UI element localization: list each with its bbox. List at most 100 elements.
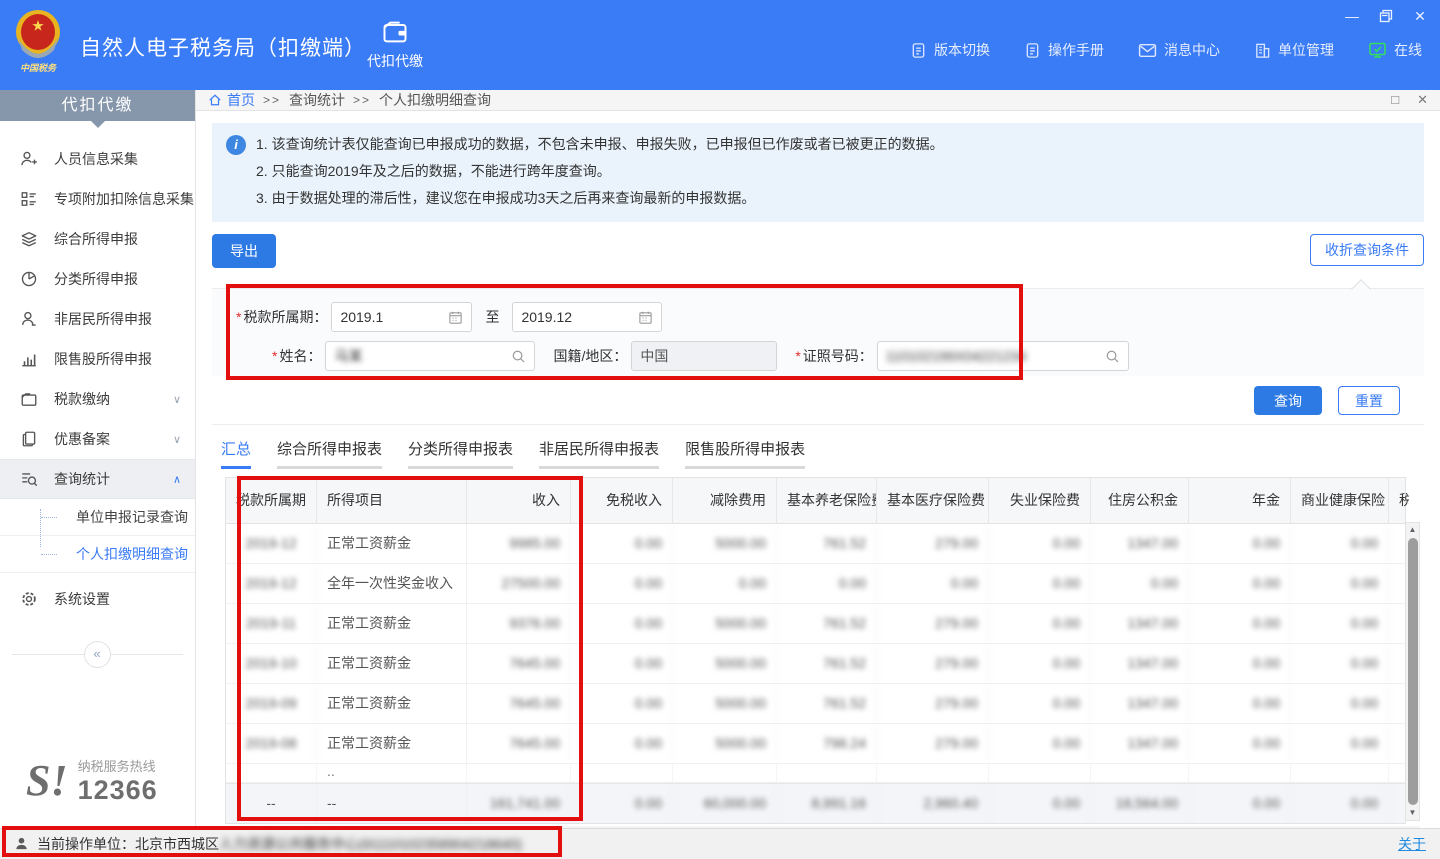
menu-online-status[interactable]: 在线 — [1368, 40, 1422, 60]
breadcrumb-level2[interactable]: 查询统计 — [289, 90, 345, 110]
id-number-input[interactable]: 110102199X04221234 — [877, 341, 1129, 371]
tab-summary[interactable]: 汇总 — [221, 438, 251, 469]
window-minimize-button[interactable]: — — [1342, 6, 1362, 26]
panel-maximize-button[interactable]: □ — [1391, 92, 1399, 108]
menu-manual[interactable]: 操作手册 — [1024, 40, 1104, 60]
sidebar-subitem-personal-withholding-query[interactable]: 个人扣缴明细查询 — [0, 536, 195, 573]
collapse-query-button[interactable]: 收折查询条件 — [1310, 234, 1424, 266]
tab-daikou-daijiao[interactable]: 代扣代缴 — [355, 18, 435, 71]
table-cell: 279.00 — [877, 524, 989, 563]
table-cell: 60,000.00 — [673, 784, 777, 823]
name-input[interactable]: 马某 — [325, 341, 535, 371]
sidebar-item-nonresident-income[interactable]: 非居民所得申报 — [0, 299, 195, 339]
wallet-icon — [380, 18, 410, 46]
period-to-input[interactable]: 2019.12 — [512, 302, 662, 332]
vertical-scrollbar[interactable]: ▲ ▼ — [1406, 522, 1420, 821]
table-cell: 9376.00 — [467, 604, 571, 643]
table-cell: -- — [226, 784, 317, 823]
sidebar-item-classified-income[interactable]: 分类所得申报 — [0, 259, 195, 299]
menu-unit-management[interactable]: 单位管理 — [1254, 40, 1334, 60]
about-link[interactable]: 关于 — [1398, 834, 1426, 854]
table-cell: 27500.00 — [467, 564, 571, 603]
calendar-icon[interactable] — [448, 310, 464, 326]
table-cell: 0.00 — [1291, 524, 1389, 563]
sidebar-item-special-deduction[interactable]: 专项附加扣除信息采集 — [0, 179, 195, 219]
table-cell: 2019-10 — [226, 644, 317, 683]
sidebar-subitem-unit-declaration-query[interactable]: 单位申报记录查询 — [0, 499, 195, 536]
table-cell: 0.00 — [1189, 784, 1291, 823]
period-from-input[interactable]: 2019.1 — [331, 302, 472, 332]
search-icon[interactable] — [1105, 349, 1121, 365]
query-button[interactable]: 查询 — [1254, 386, 1322, 415]
table-row[interactable]: 2019-11正常工资薪金9376.000.005000.00761.52279… — [226, 604, 1405, 644]
sidebar-item-restricted-stock[interactable]: 限售股所得申报 — [0, 339, 195, 379]
table-cell — [1091, 764, 1189, 782]
sidebar-item-personnel-info[interactable]: 人员信息采集 — [0, 139, 195, 179]
table-cell: 0.00 — [571, 524, 673, 563]
calendar-icon[interactable] — [638, 310, 654, 326]
notice-line: 3. 由于数据处理的滞后性，建议您在申报成功3天之后再来查询最新的申报数据。 — [256, 185, 944, 212]
sidebar-item-label: 分类所得申报 — [54, 269, 181, 289]
building-icon — [1254, 42, 1271, 59]
reset-button[interactable]: 重置 — [1338, 386, 1400, 415]
table-cell — [226, 764, 317, 782]
table-row[interactable]: 2019-10正常工资薪金7645.000.005000.00761.52279… — [226, 644, 1405, 684]
tab-nonresident-income[interactable]: 非居民所得申报表 — [539, 438, 659, 469]
scroll-up-icon[interactable]: ▲ — [1409, 523, 1417, 537]
tab-restricted-stock[interactable]: 限售股所得申报表 — [685, 438, 805, 469]
tab-classified-income[interactable]: 分类所得申报表 — [408, 438, 513, 469]
table-cell: 5000.00 — [673, 524, 777, 563]
menu-version-switch-label: 版本切换 — [934, 40, 990, 60]
vertical-scrollbar-thumb[interactable] — [1408, 538, 1418, 805]
table-cell: 0.00 — [989, 564, 1091, 603]
header-cell: 商业健康保险 — [1291, 478, 1389, 523]
window-restore-button[interactable] — [1376, 6, 1396, 26]
table-cell: 0.00 — [989, 784, 1091, 823]
sidebar-item-comprehensive-income[interactable]: 综合所得申报 — [0, 219, 195, 259]
table-cell: 761.52 — [777, 684, 877, 723]
divider — [212, 424, 1424, 425]
table-row[interactable]: .. — [226, 764, 1405, 783]
header-cell: 所得项目 — [317, 478, 467, 523]
header-menu: 版本切换 操作手册 消息中心 单位管理 — [910, 40, 1422, 60]
table-cell — [1189, 764, 1291, 782]
table-cell: 279.00 — [877, 684, 989, 723]
chevron-down-icon: ∨ — [173, 393, 181, 406]
table-row[interactable]: 2019-12全年一次性奖金收入27500.000.000.000.000.00… — [226, 564, 1405, 604]
header-cell: 税款所属期 — [226, 478, 317, 523]
menu-message-center[interactable]: 消息中心 — [1138, 40, 1220, 60]
sidebar-item-preferential-filing[interactable]: 优惠备案 ∨ — [0, 419, 195, 459]
search-icon[interactable] — [511, 349, 527, 365]
id-number-label: 证照号码： — [803, 348, 873, 364]
table-cell: 0.00 — [989, 724, 1091, 763]
query-statistics-submenu: 单位申报记录查询 个人扣缴明细查询 — [0, 499, 195, 573]
tab-comprehensive-income[interactable]: 综合所得申报表 — [277, 438, 382, 469]
table-row[interactable]: 2019-09正常工资薪金7645.000.005000.00761.52279… — [226, 684, 1405, 724]
table-cell: 18,564.00 — [1091, 784, 1189, 823]
breadcrumb-home[interactable]: 首页 — [208, 90, 255, 110]
table-cell: 5000.00 — [673, 684, 777, 723]
required-asterisk: * — [236, 309, 241, 325]
export-button[interactable]: 导出 — [212, 234, 276, 268]
chevron-down-icon: ∨ — [173, 433, 181, 446]
table-row[interactable]: 2019-12正常工资薪金9985.000.005000.00761.52279… — [226, 524, 1405, 564]
panel-close-button[interactable]: ✕ — [1417, 92, 1428, 108]
table-cell: 1347.00 — [1091, 724, 1189, 763]
table-row[interactable]: ----161,741.000.0060,000.008,991.162,960… — [226, 783, 1405, 824]
sidebar-header: 代扣代缴 — [0, 90, 195, 121]
scroll-down-icon[interactable]: ▼ — [1409, 806, 1417, 820]
menu-version-switch[interactable]: 版本切换 — [910, 40, 990, 60]
sidebar-item-system-settings[interactable]: 系统设置 — [0, 579, 195, 619]
restore-icon — [1379, 9, 1393, 23]
hotline-block: S! 纳税服务热线 12366 — [26, 756, 158, 806]
window-close-button[interactable]: ✕ — [1410, 6, 1430, 26]
table-cell: 0.00 — [673, 564, 777, 603]
sidebar-item-tax-payment[interactable]: 税款缴纳 ∨ — [0, 379, 195, 419]
sidebar-item-query-statistics[interactable]: 查询统计 ∧ — [0, 459, 195, 499]
header-cell: 减除费用 — [673, 478, 777, 523]
document-icon — [910, 42, 927, 59]
sidebar: 代扣代缴 人员信息采集 专项附加扣除信息采集 综合所得申报 — [0, 90, 196, 828]
sidebar-collapse-button[interactable]: « — [84, 641, 111, 668]
name-label: 姓名： — [279, 348, 321, 364]
table-row[interactable]: 2019-08正常工资薪金7645.000.005000.00798.24279… — [226, 724, 1405, 764]
